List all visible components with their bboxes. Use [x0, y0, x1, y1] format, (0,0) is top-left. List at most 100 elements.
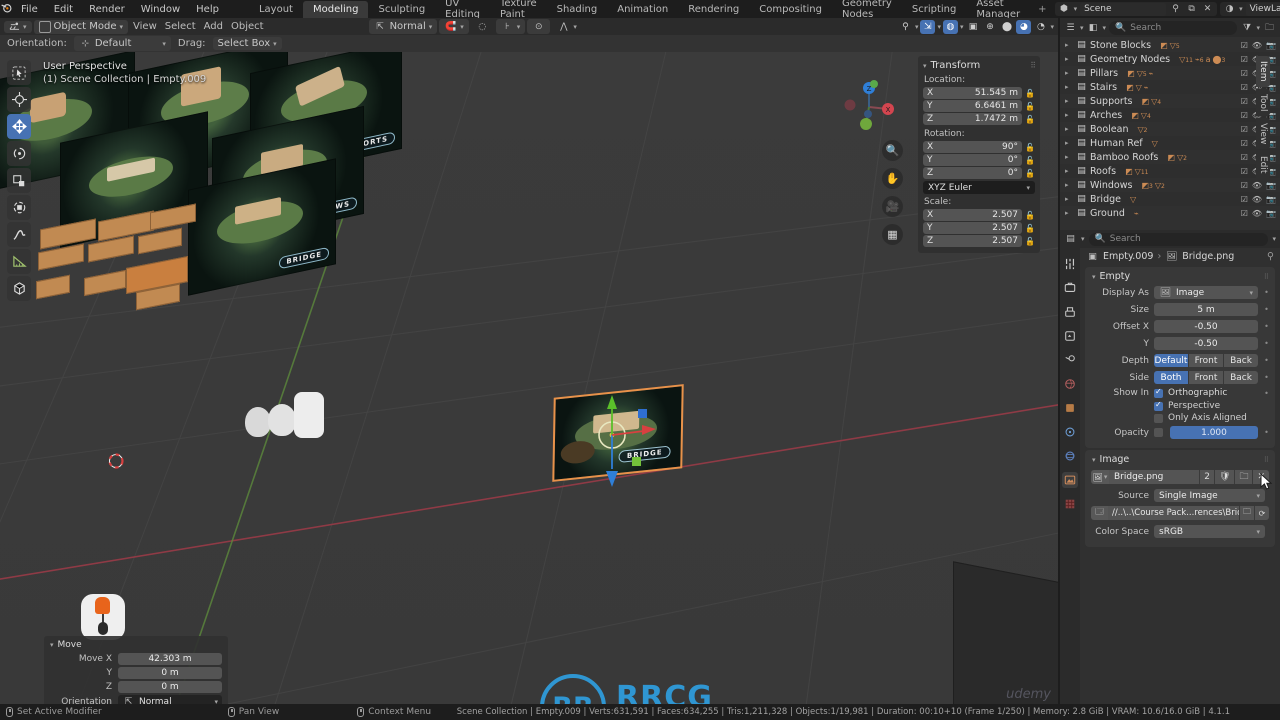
display-as-row[interactable]: Display As 🖼 Image ▾ •: [1085, 285, 1275, 300]
editor-type-selector[interactable]: ▾: [4, 20, 32, 33]
interaction-mode-selector[interactable]: Object Mode ▾: [33, 19, 129, 34]
move-y-field[interactable]: 0 m: [118, 667, 222, 679]
chevron-right-icon[interactable]: ▸: [1065, 41, 1069, 49]
rotation-x-field[interactable]: X 90°: [923, 141, 1022, 153]
properties-search-input[interactable]: 🔍 Search: [1088, 232, 1269, 246]
outliner-row-pillars[interactable]: ▸ ▤ Pillars ◩▽5⌁ ☑👁📷: [1060, 66, 1280, 80]
lock-icon[interactable]: 🔓: [1025, 237, 1035, 246]
snap-target-selector[interactable]: ⊦ ▾: [495, 19, 526, 34]
breadcrumb-data[interactable]: Bridge.png: [1182, 251, 1234, 262]
outliner-row-bamboo-roofs[interactable]: ▸ ▤ Bamboo Roofs ◩▽2 ☑👁📷: [1060, 150, 1280, 164]
side-row[interactable]: Side Both Front Back •: [1085, 370, 1275, 385]
new-collection-icon[interactable]: 🗀: [1263, 21, 1276, 34]
camera-icon[interactable]: 📷: [1266, 195, 1276, 204]
outliner-row-supports[interactable]: ▸ ▤ Supports ◩▽4 ☑👁📷: [1060, 94, 1280, 108]
outliner-row-bridge[interactable]: ▸ ▤ Bridge ▽ ☑ 👁 📷: [1060, 192, 1280, 206]
offset-x-field[interactable]: -0.50: [1154, 320, 1258, 333]
drag-handle[interactable]: ⠿: [1030, 61, 1036, 70]
filter-icon[interactable]: ⧩: [1240, 21, 1253, 34]
camera-icon[interactable]: 📷: [1266, 41, 1276, 50]
lock-icon[interactable]: 🔓: [1025, 89, 1035, 98]
eye-icon[interactable]: 👁: [1252, 41, 1262, 50]
shading-solid[interactable]: ⬤: [999, 20, 1014, 34]
outliner-row-human-ref[interactable]: ▸ ▤ Human Ref ▽ ☑👁📷: [1060, 136, 1280, 150]
depth-option-default[interactable]: Default: [1154, 354, 1189, 367]
shading-rendered[interactable]: ◔: [1033, 20, 1048, 34]
move-z-row[interactable]: Z 0 m: [44, 681, 228, 695]
xray-toggle[interactable]: ▣: [965, 20, 980, 34]
scale-z-row[interactable]: Z 2.507 🔓: [923, 235, 1035, 247]
new-image-folder-icon[interactable]: 🗀: [1234, 470, 1253, 484]
move-orientation-row[interactable]: Orientation ⇱ Normal ▾: [44, 695, 228, 704]
animate-property-dot[interactable]: •: [1263, 322, 1270, 331]
tab-layout[interactable]: Layout: [249, 1, 303, 18]
blender-logo-icon[interactable]: [0, 1, 13, 17]
checkbox-icon[interactable]: ☑: [1241, 69, 1248, 78]
3d-viewport[interactable]: WALL JAMB STAIRS WALL SUPPORTS WINDOWS B…: [0, 52, 1058, 704]
overlays-toggle[interactable]: ◍: [942, 19, 958, 34]
navigation-gizmo[interactable]: X Z: [842, 80, 896, 134]
tool-tab[interactable]: [1062, 256, 1078, 272]
offset-x-row[interactable]: Offset X -0.50 •: [1085, 319, 1275, 334]
viewlayer-name[interactable]: ViewLayer: [1245, 2, 1280, 16]
lock-icon[interactable]: 🔓: [1025, 169, 1035, 178]
tab-sculpting[interactable]: Sculpting: [368, 1, 435, 18]
move-operator-panel[interactable]: ▾ Move Move X 42.303 m Y 0 m Z 0 m Orien…: [44, 636, 228, 704]
animate-property-dot[interactable]: •: [1263, 428, 1270, 437]
location-x-row[interactable]: X 51.545 m 🔓: [923, 87, 1035, 99]
location-y-row[interactable]: Y 6.6461 m 🔓: [923, 100, 1035, 112]
perspective-row[interactable]: Perspective: [1085, 400, 1275, 411]
tab-compositing[interactable]: Compositing: [749, 1, 832, 18]
checkbox-icon[interactable]: ☑: [1241, 97, 1248, 106]
add-cube-tool[interactable]: [7, 276, 31, 301]
checkbox-icon[interactable]: ☑: [1241, 167, 1248, 176]
outliner-row-windows[interactable]: ▸ ▤ Windows ◩ 3 ▽ 2 ☑ 👁 📷: [1060, 178, 1280, 192]
rotation-z-row[interactable]: Z 0° 🔓: [923, 167, 1035, 179]
camera-view-icon[interactable]: ▦: [882, 224, 903, 245]
depth-segmented-control[interactable]: Default Front Back: [1154, 354, 1258, 367]
zoom-icon[interactable]: 🔍: [882, 140, 903, 161]
outliner-row-boolean[interactable]: ▸ ▤ Boolean ▽2 ☑👁📷: [1060, 122, 1280, 136]
image-panel-header[interactable]: ▾ Image ⠿: [1085, 452, 1275, 468]
checkbox-icon[interactable]: ☑: [1241, 125, 1248, 134]
orientation-dropdown[interactable]: ⊹ Default ▾: [73, 36, 171, 51]
eye-icon[interactable]: 👁: [1252, 181, 1262, 190]
offset-y-field[interactable]: -0.50: [1154, 337, 1258, 350]
size-field[interactable]: 5 m: [1154, 303, 1258, 316]
move-tool[interactable]: [7, 114, 31, 139]
fake-user-shield-icon[interactable]: 🛡: [1214, 470, 1235, 484]
scene-selector[interactable]: ⬢ ▾ Scene ⚲ ⧉ ✕: [1054, 2, 1218, 16]
pin-icon[interactable]: ⚲: [1169, 3, 1182, 16]
eye-icon[interactable]: 👁: [1252, 195, 1262, 204]
checkbox-icon[interactable]: ☑: [1241, 153, 1248, 162]
opacity-checkbox[interactable]: [1154, 428, 1163, 437]
tab-scripting[interactable]: Scripting: [902, 1, 966, 18]
scale-tool[interactable]: [7, 168, 31, 193]
location-x-field[interactable]: X 51.545 m: [923, 87, 1022, 99]
cursor-tool[interactable]: [7, 87, 31, 112]
show-in-row[interactable]: Show In Orthographic •: [1085, 387, 1275, 399]
chevron-right-icon[interactable]: ▸: [1065, 111, 1069, 119]
delete-scene-icon[interactable]: ✕: [1201, 3, 1214, 16]
outliner-row-stone-blocks[interactable]: ▸ ▤ Stone Blocks ◩ ▽ 5 ☑ 👁 📷: [1060, 38, 1280, 52]
annotate-tool[interactable]: [7, 222, 31, 247]
new-scene-icon[interactable]: ⧉: [1185, 3, 1198, 16]
menu-view[interactable]: View: [130, 21, 160, 32]
color-space-dropdown[interactable]: sRGB ▾: [1154, 525, 1265, 538]
move-x-field[interactable]: 42.303 m: [118, 653, 222, 665]
empty-panel-header[interactable]: ▾ Empty ⠿: [1085, 269, 1275, 285]
scale-y-row[interactable]: Y 2.507 🔓: [923, 222, 1035, 234]
transform-tool[interactable]: [7, 195, 31, 220]
proportional-edit-toggle[interactable]: ◌: [471, 19, 494, 34]
checkbox-icon[interactable]: ☑: [1241, 181, 1248, 190]
lock-icon[interactable]: 🔓: [1025, 224, 1035, 233]
measure-tool[interactable]: [7, 249, 31, 274]
constraints-tab[interactable]: [1062, 424, 1078, 440]
chevron-down-icon[interactable]: ▾: [1272, 235, 1276, 243]
rotation-y-row[interactable]: Y 0° 🔓: [923, 154, 1035, 166]
sidebar-tab-view[interactable]: View: [1256, 117, 1270, 150]
only-axis-aligned-row[interactable]: Only Axis Aligned: [1085, 413, 1275, 423]
location-z-field[interactable]: Z 1.7472 m: [923, 113, 1022, 125]
menu-object[interactable]: Object: [228, 21, 267, 32]
scale-z-field[interactable]: Z 2.507: [923, 235, 1022, 247]
